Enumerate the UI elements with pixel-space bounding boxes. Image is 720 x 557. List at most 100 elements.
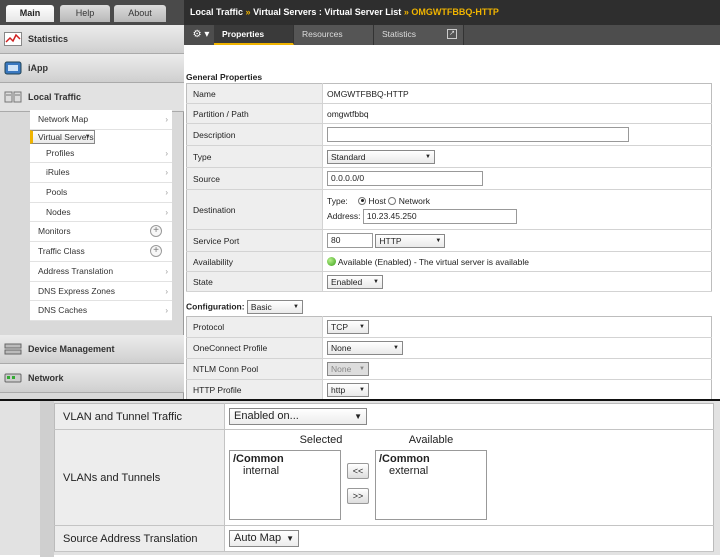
sidebar-section-label: Device Management bbox=[28, 344, 115, 354]
available-status-icon bbox=[327, 256, 336, 266]
http-profile-select[interactable]: http bbox=[327, 383, 369, 397]
general-properties-table: Name OMGWTFBBQ-HTTP Partition / Path omgwt… bbox=[186, 83, 712, 292]
tab-properties[interactable]: Properties bbox=[214, 25, 294, 45]
add-icon[interactable]: + bbox=[150, 245, 162, 258]
available-listbox[interactable]: /Common external bbox=[375, 450, 487, 520]
field-label: Service Port bbox=[186, 229, 323, 252]
service-port-input[interactable]: 80 bbox=[327, 233, 373, 248]
breadcrumb: Local Traffic » Virtual Servers : Virtua… bbox=[184, 0, 720, 25]
selected-listbox[interactable]: /Common internal bbox=[229, 450, 341, 520]
sidebar-section-statistics[interactable]: Statistics bbox=[0, 25, 184, 54]
local-traffic-icon bbox=[4, 91, 22, 103]
sidebar-item-nodes[interactable]: Nodes › bbox=[30, 203, 172, 223]
selected-group: /Common bbox=[233, 453, 284, 465]
statistics-icon bbox=[4, 32, 22, 46]
field-label: Source bbox=[186, 167, 323, 190]
sidebar-item-label: Address Translation bbox=[38, 265, 114, 276]
sub-tab-bar: ⚙ ▾ Properties Resources Statistics ↗ bbox=[184, 25, 720, 45]
popout-icon: ↗ bbox=[447, 29, 457, 39]
sidebar-item-dns-express-zones[interactable]: DNS Express Zones › bbox=[30, 282, 172, 302]
zoomed-detail: VLAN and Tunnel Traffic Enabled on... VL… bbox=[0, 399, 720, 557]
tab-main[interactable]: Main bbox=[6, 5, 54, 22]
configuration-mode-select[interactable]: Basic bbox=[246, 300, 303, 314]
description-input[interactable] bbox=[327, 127, 629, 142]
field-label: Source Address Translation bbox=[54, 525, 225, 552]
state-select[interactable]: Enabled bbox=[327, 274, 383, 289]
vlan-traffic-select[interactable]: Enabled on... bbox=[229, 408, 367, 425]
tab-about[interactable]: About bbox=[114, 5, 166, 22]
sidebar-section-label: Network bbox=[28, 373, 64, 383]
ntlm-select: None bbox=[327, 362, 369, 376]
service-port-select[interactable]: HTTP bbox=[375, 233, 446, 248]
available-group: /Common bbox=[379, 453, 430, 465]
zoomed-table: VLAN and Tunnel Traffic Enabled on... VL… bbox=[54, 403, 714, 552]
sidebar-item-irules[interactable]: iRules › bbox=[30, 163, 172, 184]
type-select[interactable]: Standard bbox=[327, 149, 435, 164]
device-management-icon bbox=[4, 343, 22, 355]
field-label: Type bbox=[186, 145, 323, 168]
top-tab-bar: Main Help About bbox=[0, 0, 184, 25]
gear-icon[interactable]: ⚙ ▾ bbox=[188, 26, 214, 44]
sidebar-item-virtual-servers[interactable]: Virtual Servers › bbox=[30, 129, 95, 144]
move-left-button[interactable]: << bbox=[347, 463, 369, 479]
sidebar-section-device-management[interactable]: Device Management bbox=[0, 335, 184, 364]
selected-header: Selected bbox=[299, 434, 343, 446]
chevron-right-icon: › bbox=[165, 115, 168, 124]
add-icon[interactable]: + bbox=[150, 225, 162, 238]
breadcrumb-local-traffic[interactable]: Local Traffic bbox=[190, 7, 243, 17]
general-properties-title: General Properties bbox=[186, 72, 263, 82]
sidebar-item-label: Pools bbox=[46, 187, 68, 198]
sidebar-item-profiles[interactable]: Profiles › bbox=[30, 144, 172, 164]
dest-type-label: Type: bbox=[327, 195, 348, 206]
tab-statistics[interactable]: Statistics ↗ bbox=[374, 25, 464, 45]
move-right-button[interactable]: >> bbox=[347, 488, 369, 504]
chevron-right-icon: › bbox=[165, 306, 168, 316]
field-label: Partition / Path bbox=[186, 103, 323, 124]
sidebar: Statistics iApp Local Traffic Network Ma… bbox=[0, 25, 184, 399]
sidebar-section-local-traffic[interactable]: Local Traffic bbox=[0, 83, 184, 112]
tab-resources[interactable]: Resources bbox=[294, 25, 374, 45]
field-label: Destination bbox=[186, 189, 323, 230]
host-radio-label: Host bbox=[368, 195, 387, 206]
field-label: Protocol bbox=[186, 316, 323, 338]
tab-help[interactable]: Help bbox=[60, 5, 110, 22]
sidebar-section-label: Local Traffic bbox=[28, 92, 82, 102]
configuration-label: Configuration: bbox=[186, 301, 245, 312]
breadcrumb-separator: » bbox=[245, 7, 251, 17]
protocol-select[interactable]: TCP bbox=[327, 320, 369, 334]
sidebar-section-iapp[interactable]: iApp bbox=[0, 54, 184, 83]
source-input[interactable]: 0.0.0.0/0 bbox=[327, 171, 483, 186]
host-radio[interactable] bbox=[358, 196, 367, 205]
field-label: VLAN and Tunnel Traffic bbox=[54, 403, 225, 430]
field-label: Name bbox=[186, 83, 323, 104]
breadcrumb-virtual-server-list[interactable]: Virtual Servers : Virtual Server List bbox=[253, 7, 401, 17]
oneconnect-select[interactable]: None bbox=[327, 341, 403, 355]
network-icon bbox=[4, 373, 22, 383]
sidebar-section-network[interactable]: Network bbox=[0, 364, 184, 393]
partition-value: omgwtfbbq bbox=[322, 103, 712, 124]
selected-item[interactable]: internal bbox=[233, 465, 337, 477]
network-radio[interactable] bbox=[388, 196, 397, 205]
sidebar-item-pools[interactable]: Pools › bbox=[30, 183, 172, 203]
sidebar-item-label: Traffic Class bbox=[38, 246, 85, 257]
source-address-translation-select[interactable]: Auto Map bbox=[229, 530, 299, 547]
sidebar-section-label: iApp bbox=[28, 63, 48, 73]
sidebar-item-dns-caches[interactable]: DNS Caches › bbox=[30, 301, 172, 321]
dest-address-label: Address: bbox=[327, 210, 361, 221]
field-label: VLANs and Tunnels bbox=[54, 429, 225, 526]
available-item[interactable]: external bbox=[379, 465, 483, 477]
sidebar-item-monitors[interactable]: Monitors + bbox=[30, 222, 172, 243]
sidebar-item-address-translation[interactable]: Address Translation › bbox=[30, 262, 172, 282]
configuration-title: Configuration: Basic bbox=[186, 300, 303, 314]
available-header: Available bbox=[408, 434, 454, 446]
field-label: Description bbox=[186, 123, 323, 146]
sidebar-item-traffic-class[interactable]: Traffic Class + bbox=[30, 242, 172, 262]
chevron-right-icon: › bbox=[86, 131, 90, 141]
destination-address-input[interactable]: 10.23.45.250 bbox=[362, 208, 517, 224]
tab-statistics-label: Statistics bbox=[382, 29, 417, 39]
field-label: NTLM Conn Pool bbox=[186, 358, 323, 380]
sidebar-item-label: iRules bbox=[46, 167, 70, 178]
field-label: HTTP Profile bbox=[186, 379, 323, 401]
sidebar-item-network-map[interactable]: Network Map › bbox=[30, 110, 172, 130]
sidebar-item-label: Network Map bbox=[38, 114, 89, 124]
